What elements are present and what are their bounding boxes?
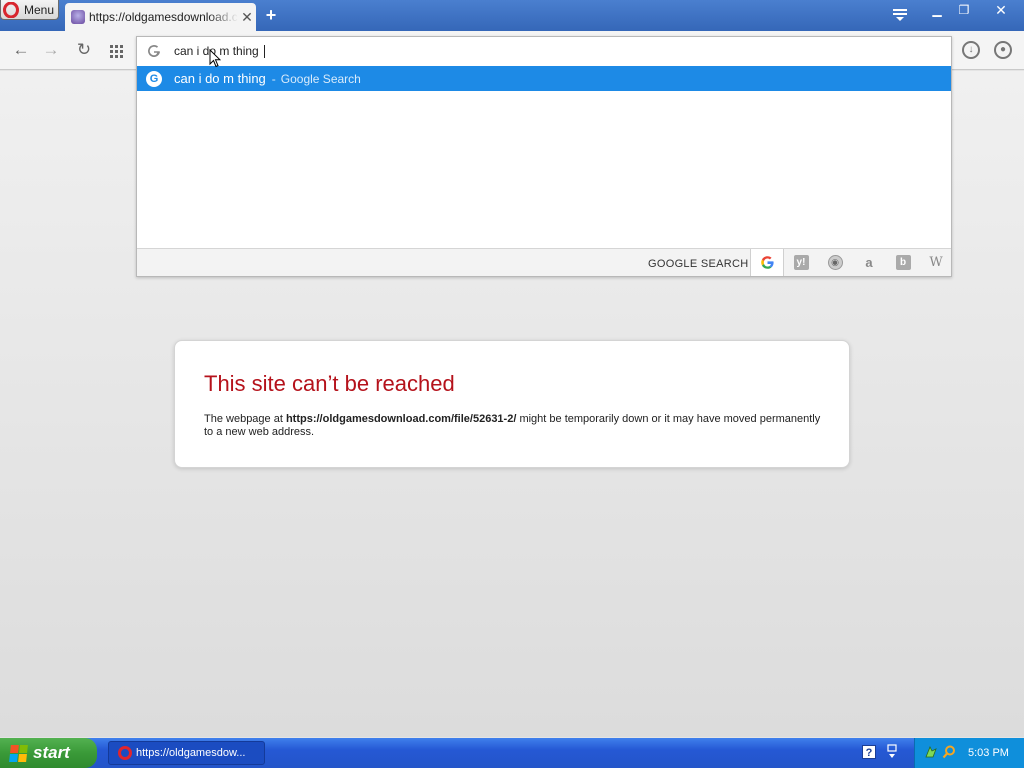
wikipedia-glyph: W <box>929 255 943 270</box>
forward-button[interactable]: → <box>41 40 61 60</box>
suggestion-separator: - <box>271 71 276 86</box>
google-g-icon <box>760 256 774 269</box>
bing-glyph: b <box>895 255 911 270</box>
taskbar-item-browser[interactable]: https://oldgamesdow... <box>108 741 265 765</box>
mouse-cursor-icon <box>209 49 221 68</box>
amazon-icon[interactable]: a <box>852 249 886 276</box>
tab-title: https://oldgamesdownload.com/file/52631-… <box>89 10 238 24</box>
duckduckgo-glyph: ◉ <box>827 255 843 270</box>
error-title: This site can’t be reached <box>204 371 455 396</box>
downloads-icon[interactable]: ↓ <box>961 40 981 60</box>
site-favicon-icon <box>71 10 85 24</box>
yahoo-icon[interactable]: y! <box>784 249 818 276</box>
tab-menu-icon[interactable] <box>892 8 908 22</box>
back-button[interactable]: ← <box>11 40 31 60</box>
browser-title-bar: Menu https://oldgamesdownload.com/file/5… <box>0 0 1024 31</box>
search-engine-label: GOOGLE SEARCH <box>648 258 749 270</box>
new-tab-button[interactable]: + <box>262 6 280 24</box>
speed-dial-grid-icon[interactable] <box>107 40 127 60</box>
windows-logo-icon <box>9 744 28 762</box>
search-icon[interactable] <box>942 745 956 759</box>
google-icon: G <box>146 70 162 87</box>
start-label: start <box>33 743 70 762</box>
network-icon[interactable] <box>924 745 938 759</box>
window-maximize-button[interactable]: ❐ <box>952 2 976 18</box>
suggestion-query: can i do m thing <box>174 71 266 86</box>
account-icon[interactable]: ● <box>993 40 1013 60</box>
tab-close-icon[interactable]: ✕ <box>238 9 256 26</box>
reload-button[interactable]: ↻ <box>74 40 94 60</box>
yahoo-glyph: y! <box>793 255 809 270</box>
window-close-button[interactable]: ✕ <box>989 2 1013 18</box>
display-settings-icon[interactable] <box>886 744 898 760</box>
bing-icon[interactable]: b <box>886 249 920 276</box>
window-minimize-button[interactable]: ▁ <box>925 2 949 18</box>
search-engine-bar: GOOGLE SEARCH y! ◉ a b W <box>137 248 951 276</box>
google-icon <box>148 45 160 58</box>
opera-logo-icon <box>118 746 132 760</box>
search-suggestion-item[interactable]: G can i do m thing - Google Search <box>137 66 951 91</box>
opera-menu-button[interactable]: Menu <box>0 0 59 20</box>
suggestion-engine: Google Search <box>280 71 361 86</box>
menu-label: Menu <box>24 2 55 17</box>
error-card: This site can’t be reached The webpage a… <box>174 340 850 468</box>
text-caret <box>264 44 266 58</box>
amazon-glyph: a <box>865 255 873 270</box>
error-url: https://oldgamesdownload.com/file/52631-… <box>285 413 517 425</box>
address-bar[interactable]: can i do m thing <box>137 37 951 65</box>
help-icon[interactable]: ? <box>862 745 876 759</box>
error-desc-prefix: The webpage at <box>204 413 286 425</box>
wikipedia-icon[interactable]: W <box>919 249 953 276</box>
taskbar-item-label: https://oldgamesdow... <box>136 747 246 759</box>
google-icon[interactable] <box>750 249 784 276</box>
error-description: The webpage at https://oldgamesdownload.… <box>204 413 824 439</box>
duckduckgo-icon[interactable]: ◉ <box>818 249 852 276</box>
browser-tab-active[interactable]: https://oldgamesdownload.com/file/52631-… <box>65 3 256 31</box>
opera-logo-icon <box>3 1 19 18</box>
start-button[interactable]: start <box>0 738 97 768</box>
tray-clock: 5:03 PM <box>968 747 1009 759</box>
address-bar-dropdown: can i do m thing G can i do m thing - Go… <box>136 36 952 277</box>
